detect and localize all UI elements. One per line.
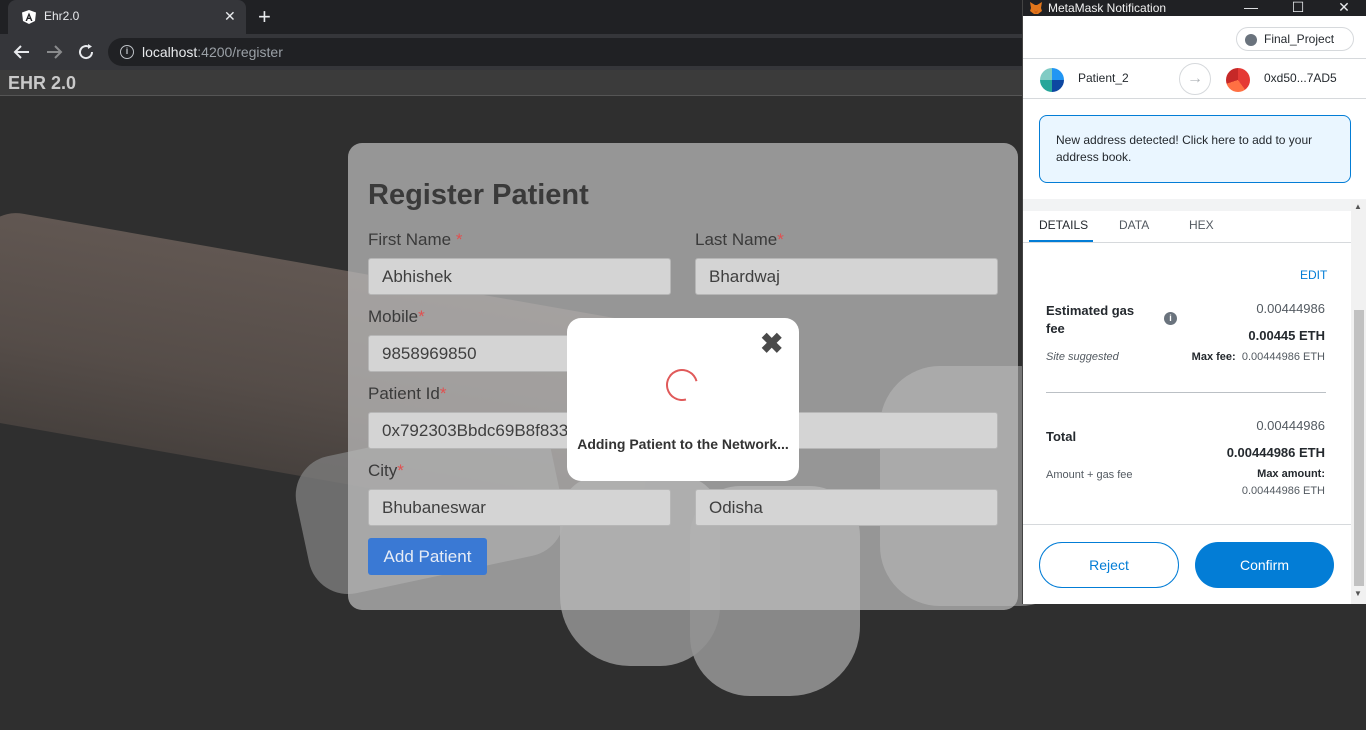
recipient-avatar [1226,68,1250,92]
tab-close-icon[interactable]: ✕ [224,8,236,24]
last-name-input[interactable]: Bhardwaj [695,258,998,295]
scroll-thumb[interactable] [1354,310,1364,586]
state-input[interactable]: Odisha [695,489,998,526]
back-arrow-icon[interactable] [10,40,34,64]
divider [1046,392,1326,393]
browser-tab[interactable]: Ehr2.0 ✕ [8,0,246,34]
close-icon[interactable]: ✖ [760,330,783,358]
add-patient-button[interactable]: Add Patient [368,538,487,575]
site-info-icon[interactable]: i [120,45,134,59]
total-label: Total [1046,429,1077,444]
tab-data[interactable]: DATA [1119,218,1149,232]
city-input[interactable]: Bhubaneswar [368,489,671,526]
metamask-titlebar: MetaMask Notification — ☐ ✕ [1023,0,1366,16]
estimated-gas-fee-label: Estimated gas fee [1046,303,1135,336]
maximize-icon[interactable]: ☐ [1288,0,1308,15]
gas-fee-primary: 0.00445 ETH [1248,328,1325,343]
sender-avatar [1040,68,1064,92]
url-text: localhost:4200/register [142,44,283,60]
patient-id-label: Patient Id* [368,384,447,403]
new-tab-icon[interactable]: + [258,5,271,29]
loading-message: Adding Patient to the Network... [577,436,789,452]
network-status-icon [1245,34,1257,46]
total-secondary: 0.00444986 [1256,418,1325,433]
city-label: City* [368,461,404,480]
loading-spinner-icon [660,363,704,407]
window-title: MetaMask Notification [1048,1,1167,15]
scrollbar[interactable]: ▲ ▼ [1351,200,1366,604]
loading-dialog: ✖ Adding Patient to the Network... [567,318,799,481]
edit-gas-link[interactable]: EDIT [1300,268,1327,282]
metamask-fox-icon [1030,2,1042,14]
metamask-window: MetaMask Notification — ☐ ✕ Final_Projec… [1022,0,1366,604]
last-name-label: Last Name* [695,230,784,249]
recipient-address[interactable]: 0xd50...7AD5 [1264,71,1337,85]
confirm-button[interactable]: Confirm [1195,542,1334,588]
site-suggested-label: Site suggested [1046,351,1119,363]
window-close-icon[interactable]: ✕ [1334,0,1354,15]
gas-fee-secondary: 0.00444986 [1256,301,1325,316]
max-fee: Max fee: 0.00444986 ETH [1191,351,1325,363]
minimize-icon[interactable]: — [1241,0,1261,15]
tab-details[interactable]: DETAILS [1039,218,1088,232]
tab-title: Ehr2.0 [44,9,80,23]
angular-favicon-icon [22,10,36,24]
info-icon[interactable]: i [1164,312,1177,325]
details-tabs: DETAILS DATA HEX [1023,211,1351,243]
tab-hex[interactable]: HEX [1189,218,1214,232]
scroll-up-icon[interactable]: ▲ [1354,202,1362,211]
new-address-notice[interactable]: New address detected! Click here to add … [1039,115,1351,183]
network-name: Final_Project [1264,32,1335,46]
sender-account-name[interactable]: Patient_2 [1078,71,1129,85]
forward-arrow-icon[interactable] [42,40,66,64]
arrow-right-icon: → [1179,63,1211,95]
active-tab-indicator [1029,240,1093,242]
amount-gas-label: Amount + gas fee [1046,469,1133,481]
form-title: Register Patient [368,179,589,211]
sender-recipient-row: Patient_2 → 0xd50...7AD5 [1023,58,1366,99]
reject-button[interactable]: Reject [1039,542,1179,588]
screen: Ehr2.0 ✕ + i localhost:4200/register EHR… [0,0,1366,730]
mobile-label: Mobile* [368,307,425,326]
scroll-down-icon[interactable]: ▼ [1354,589,1362,598]
first-name-label: First Name * [368,230,463,249]
network-selector[interactable]: Final_Project [1236,27,1354,51]
first-name-input[interactable]: Abhishek [368,258,671,295]
max-amount-label: Max amount: [1257,468,1325,480]
total-primary: 0.00444986 ETH [1226,445,1325,460]
app-brand[interactable]: EHR 2.0 [8,73,76,94]
reload-icon[interactable] [74,40,98,64]
max-amount-value: 0.00444986 ETH [1241,485,1325,497]
